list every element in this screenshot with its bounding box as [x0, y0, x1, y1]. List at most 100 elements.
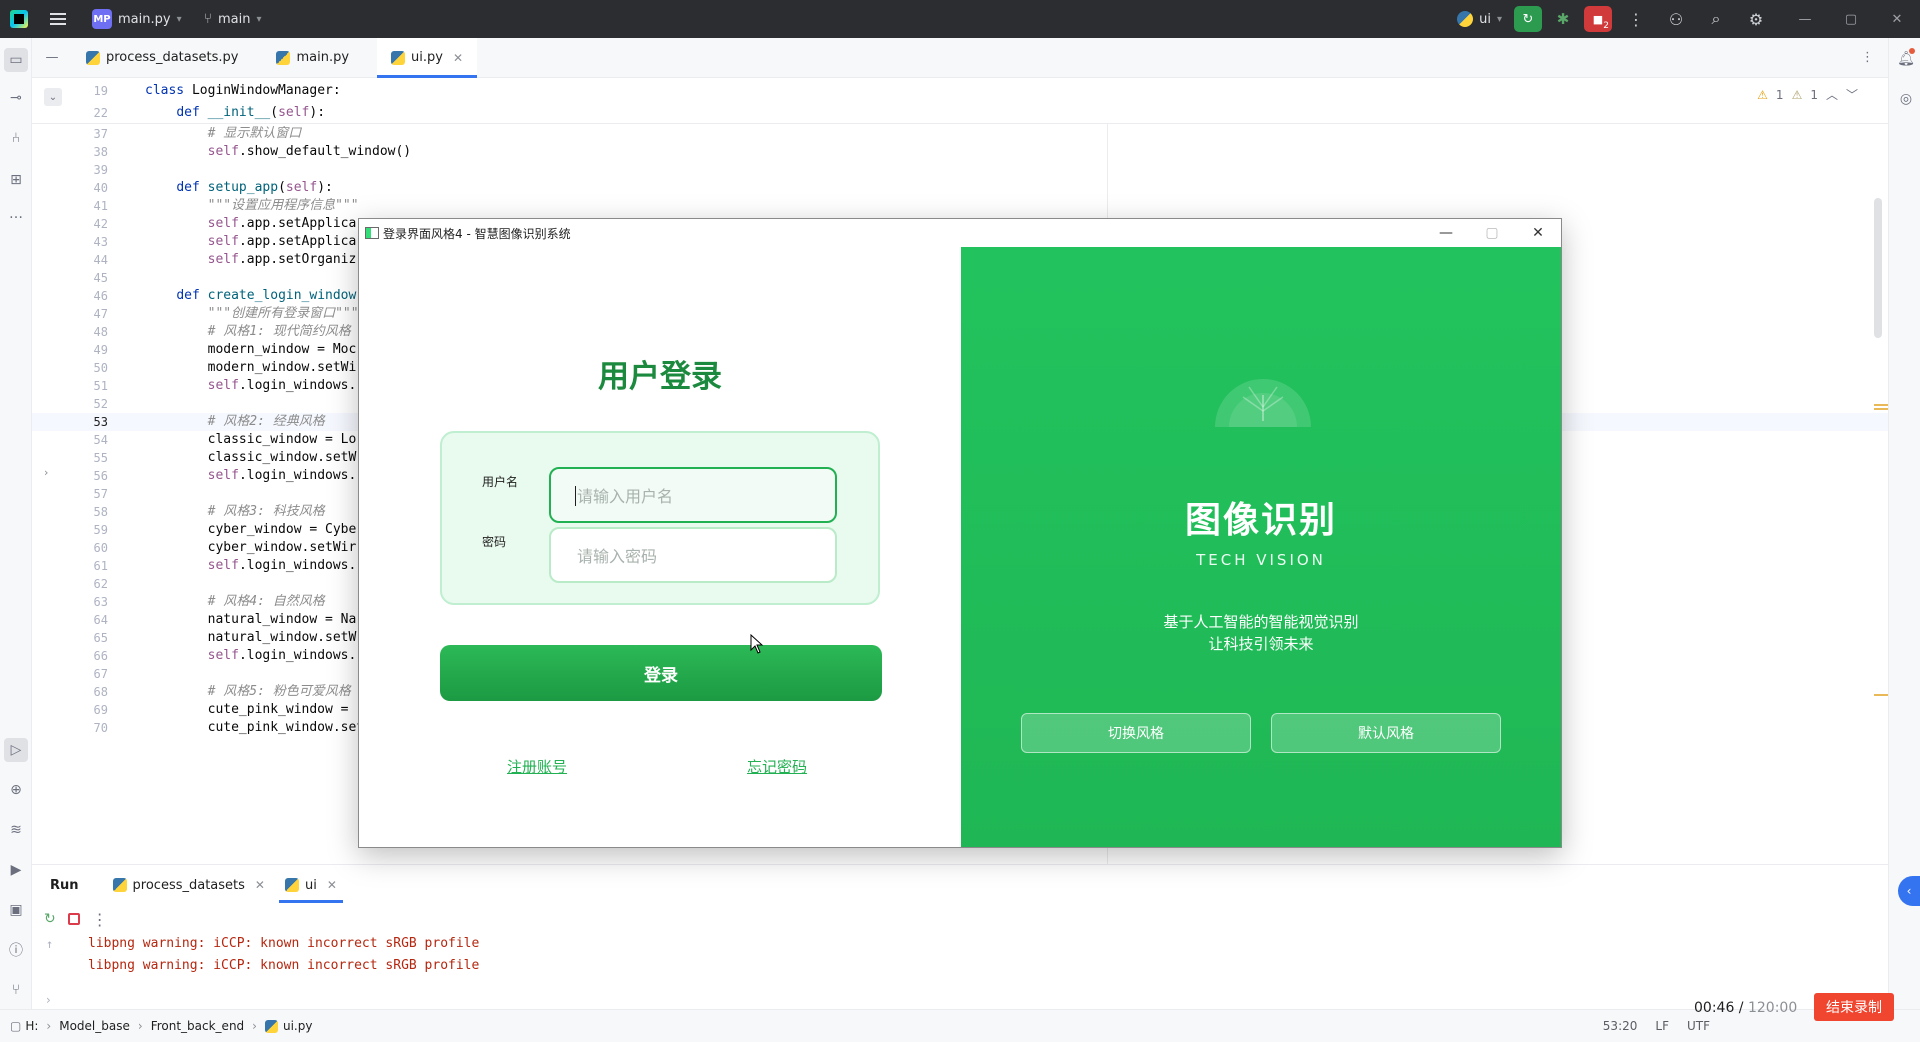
line-number: 44 [93, 253, 108, 267]
run-config-label: ui [1479, 11, 1491, 27]
sticky-code-line[interactable]: 22 def __init__(self): [32, 102, 1888, 124]
layers-icon[interactable]: ≋ [4, 818, 28, 842]
settings-gear-icon[interactable]: ⚙ [1742, 5, 1770, 33]
chevron-up-icon[interactable]: ︿ [1826, 86, 1838, 103]
drive-icon: ▢ [10, 1019, 22, 1033]
run-config-selector[interactable]: ui ▾ [1457, 11, 1502, 27]
notifications-bell-icon[interactable]: 🔔︎ [1895, 48, 1917, 70]
close-tab-icon[interactable]: ✕ [255, 878, 265, 892]
more-actions-icon[interactable]: ⋮ [1622, 5, 1650, 33]
recording-timer: 00:46 / 120:00 [1694, 1000, 1798, 1016]
close-button[interactable]: ✕ [1515, 219, 1561, 247]
rerun-icon[interactable]: ↻ [44, 911, 56, 927]
git-icon[interactable]: ⑂ [4, 978, 28, 1002]
debug-icon[interactable]: ✱ [1550, 6, 1576, 32]
line-number: 58 [93, 505, 108, 519]
minimize-button[interactable]: — [1423, 219, 1469, 247]
python-console-icon[interactable]: ⊕ [4, 778, 28, 802]
main-menu-icon[interactable] [50, 13, 66, 25]
breadcrumb-item[interactable]: Front_back_end [151, 1019, 244, 1033]
line-number: 41 [93, 199, 108, 213]
caret-position[interactable]: 53:20 [1603, 1019, 1638, 1033]
breadcrumb-item[interactable]: ui.py [283, 1019, 312, 1033]
minimize-button[interactable]: — [1782, 0, 1828, 38]
weak-warning-count: 1 [1810, 87, 1818, 102]
collapse-side-tab[interactable]: ‹ [1898, 876, 1920, 906]
structure-icon[interactable]: ⊞ [4, 168, 28, 192]
chevron-right-icon[interactable]: › [44, 466, 48, 479]
scroll-marker [1874, 408, 1888, 410]
editor-tab[interactable]: main.py [262, 38, 363, 78]
username-input[interactable]: 请输入用户名 [549, 467, 837, 523]
add-user-icon[interactable]: ⚇ [1662, 5, 1690, 33]
editor-tab[interactable]: process_datasets.py [72, 38, 252, 78]
maximize-button[interactable]: ▢ [1469, 219, 1515, 247]
rerun-button[interactable]: ↻ [1514, 6, 1542, 32]
code-text: classic_window.setW [145, 450, 357, 465]
stop-icon[interactable] [67, 913, 80, 925]
collapse-icon[interactable]: — [32, 50, 72, 65]
commit-icon[interactable]: ⊸ [4, 86, 28, 110]
password-input[interactable]: 请输入密码 [549, 527, 837, 583]
editor-scrollbar[interactable] [1874, 198, 1882, 338]
default-style-button[interactable]: 默认风格 [1271, 713, 1501, 753]
sticky-code-line[interactable]: 19 class LoginWindowManager: [32, 80, 1888, 102]
pull-requests-icon[interactable]: ⑃ [4, 126, 28, 150]
code-text: def __init__(self): [176, 105, 326, 120]
code-line[interactable]: 40 def setup_app(self): [32, 179, 1888, 197]
chevron-down-icon[interactable]: ▾ [256, 14, 261, 25]
stop-recording-button[interactable]: 结束录制 [1814, 993, 1894, 1021]
code-line[interactable]: 41 """设置应用程序信息""" [32, 197, 1888, 215]
chevron-right-icon[interactable]: › [46, 993, 51, 1007]
line-number: 38 [93, 145, 108, 159]
switch-style-button[interactable]: 切换风格 [1021, 713, 1251, 753]
project-badge[interactable]: MP [92, 9, 112, 29]
run-tab-active[interactable]: ui ✕ [275, 865, 347, 905]
more-tools-icon[interactable]: … [4, 202, 28, 226]
breadcrumb-item[interactable]: Model_base [59, 1019, 130, 1033]
breadcrumb-item[interactable]: H: [25, 1019, 38, 1033]
code-text: self.login_windows. [207, 378, 357, 393]
close-button[interactable]: ✕ [1874, 0, 1920, 38]
code-text: cute_pink_window = [145, 702, 357, 717]
code-line[interactable]: 37 # 显示默认窗口 [32, 125, 1888, 143]
search-icon[interactable]: ⌕ [1702, 5, 1730, 33]
run-panel: Run process_datasets ✕ ui ✕ ↻ ⋮ ↑ libpng… [32, 864, 1888, 1009]
login-button[interactable]: 登录 [440, 645, 882, 701]
register-link[interactable]: 注册账号 [507, 756, 567, 777]
python-file-icon [391, 50, 406, 65]
run-tab[interactable]: process_datasets ✕ [103, 865, 275, 905]
tab-options-icon[interactable]: ⋮ [1861, 50, 1874, 65]
code-line[interactable]: 39 [32, 161, 1888, 179]
file-encoding[interactable]: UTF [1687, 1019, 1710, 1033]
login-window-titlebar[interactable]: 登录界面风格4 - 智慧图像识别系统 — ▢ ✕ [359, 219, 1561, 247]
run-tab-label: ui [304, 877, 317, 893]
problems-icon[interactable]: ⓘ [4, 938, 28, 962]
terminal-icon[interactable]: ▣ [4, 898, 28, 922]
chevron-down-icon[interactable]: ﹀ [1846, 86, 1858, 103]
editor-tab-active[interactable]: ui.py ✕ [377, 37, 478, 78]
line-number: 67 [93, 667, 108, 681]
branch-selector[interactable]: main [218, 12, 250, 27]
maximize-button[interactable]: ▢ [1828, 0, 1874, 38]
services-icon[interactable]: ▶ [4, 858, 28, 882]
git-branch-icon: ⑂ [203, 11, 212, 27]
project-folder-icon[interactable]: ▭ [4, 48, 28, 72]
inspection-widget[interactable]: ⚠ 1 ⚠ 1 ︿ ﹀ [1757, 86, 1858, 103]
scroll-up-icon[interactable]: ↑ [46, 933, 53, 955]
close-tab-icon[interactable]: ✕ [327, 878, 337, 892]
login-heading: 用户登录 [598, 359, 722, 395]
project-selector[interactable]: main.py [118, 12, 171, 27]
line-separator[interactable]: LF [1655, 1019, 1669, 1033]
login-window-title: 登录界面风格4 - 智慧图像识别系统 [383, 226, 571, 241]
forgot-password-link[interactable]: 忘记密码 [747, 756, 807, 777]
more-actions-icon[interactable]: ⋮ [92, 910, 108, 929]
code-text: cyber_window.setWir [145, 540, 357, 555]
close-tab-icon[interactable]: ✕ [453, 51, 463, 65]
stop-button[interactable]: ■ 2 [1584, 6, 1612, 32]
code-text: # 风格3: 科技风格 [207, 504, 325, 519]
ai-assistant-icon[interactable]: ◎ [1895, 88, 1917, 110]
code-line[interactable]: 38 self.show_default_window() [32, 143, 1888, 161]
run-tool-icon[interactable]: ▷ [4, 738, 28, 762]
chevron-down-icon[interactable]: ▾ [177, 14, 182, 25]
